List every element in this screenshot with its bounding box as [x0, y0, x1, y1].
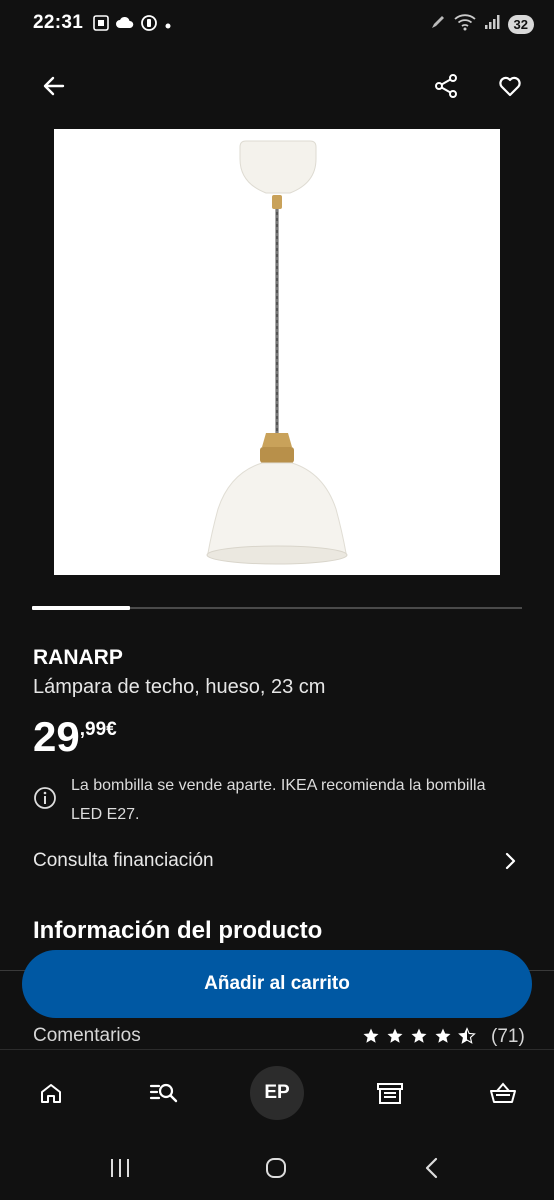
back-chevron-icon — [425, 1157, 438, 1179]
back-button[interactable] — [36, 68, 72, 104]
home-icon — [41, 1084, 61, 1103]
pendant-lamp-image — [206, 140, 348, 565]
nav-basket[interactable] — [476, 1066, 530, 1120]
add-to-cart-button[interactable]: Añadir al carrito — [22, 950, 532, 1018]
home-circle-icon — [266, 1158, 286, 1178]
nav-profile-avatar[interactable]: EP — [250, 1066, 304, 1120]
product-name: RANARP — [33, 646, 123, 669]
financing-link[interactable]: Consulta financiación — [33, 846, 521, 876]
price-integer: 29 — [33, 713, 80, 760]
heart-icon — [499, 76, 521, 97]
product-price: 29 ,99€ — [33, 714, 117, 760]
star-full-icon — [387, 1028, 403, 1043]
gallery-progress-indicator — [32, 606, 130, 610]
system-recents-button[interactable] — [100, 1150, 140, 1186]
alarm-icon — [140, 14, 158, 37]
nav-search[interactable] — [137, 1066, 191, 1120]
cloud-icon — [116, 16, 134, 35]
arrow-left-icon — [43, 76, 65, 96]
rating-stars[interactable] — [362, 1027, 476, 1045]
info-icon — [33, 786, 57, 829]
share-icon — [435, 74, 457, 98]
star-full-icon — [411, 1028, 427, 1043]
screenshot-icon — [92, 14, 110, 37]
nav-home[interactable] — [24, 1066, 78, 1120]
status-icons-right: 32 — [430, 13, 534, 36]
product-description: Lámpara de techo, hueso, 23 cm — [33, 676, 326, 698]
system-home-button[interactable] — [256, 1150, 296, 1186]
financing-label: Consulta financiación — [33, 850, 214, 871]
favorite-button[interactable] — [492, 68, 528, 104]
store-icon — [377, 1083, 403, 1104]
bulb-note-text: La bombilla se vende aparte. IKEA recomi… — [71, 777, 486, 823]
recents-icon — [111, 1159, 129, 1177]
chevron-right-icon — [505, 852, 516, 870]
search-list-icon — [149, 1083, 178, 1103]
basket-icon — [490, 1082, 516, 1103]
reviews-label[interactable]: Comentarios — [33, 1025, 141, 1047]
price-decimal: ,99€ — [79, 719, 117, 740]
nav-stores[interactable] — [363, 1066, 417, 1120]
product-info-heading[interactable]: Información del producto — [33, 917, 322, 945]
wifi-icon — [453, 13, 476, 36]
status-time: 22:31 — [33, 12, 84, 33]
dot-icon — [164, 17, 172, 35]
bulb-note: La bombilla se vende aparte. IKEA recomi… — [33, 771, 513, 829]
star-full-icon — [363, 1028, 379, 1043]
product-image[interactable] — [54, 129, 500, 575]
signal-icon — [484, 14, 500, 35]
pen-icon — [430, 14, 446, 35]
star-half-icon — [458, 1027, 476, 1044]
system-back-button[interactable] — [412, 1150, 452, 1186]
reviews-count[interactable]: (71) — [491, 1026, 525, 1048]
star-full-icon — [435, 1028, 451, 1043]
share-button[interactable] — [428, 68, 464, 104]
status-icons-left — [92, 14, 172, 37]
battery-indicator: 32 — [507, 15, 534, 34]
